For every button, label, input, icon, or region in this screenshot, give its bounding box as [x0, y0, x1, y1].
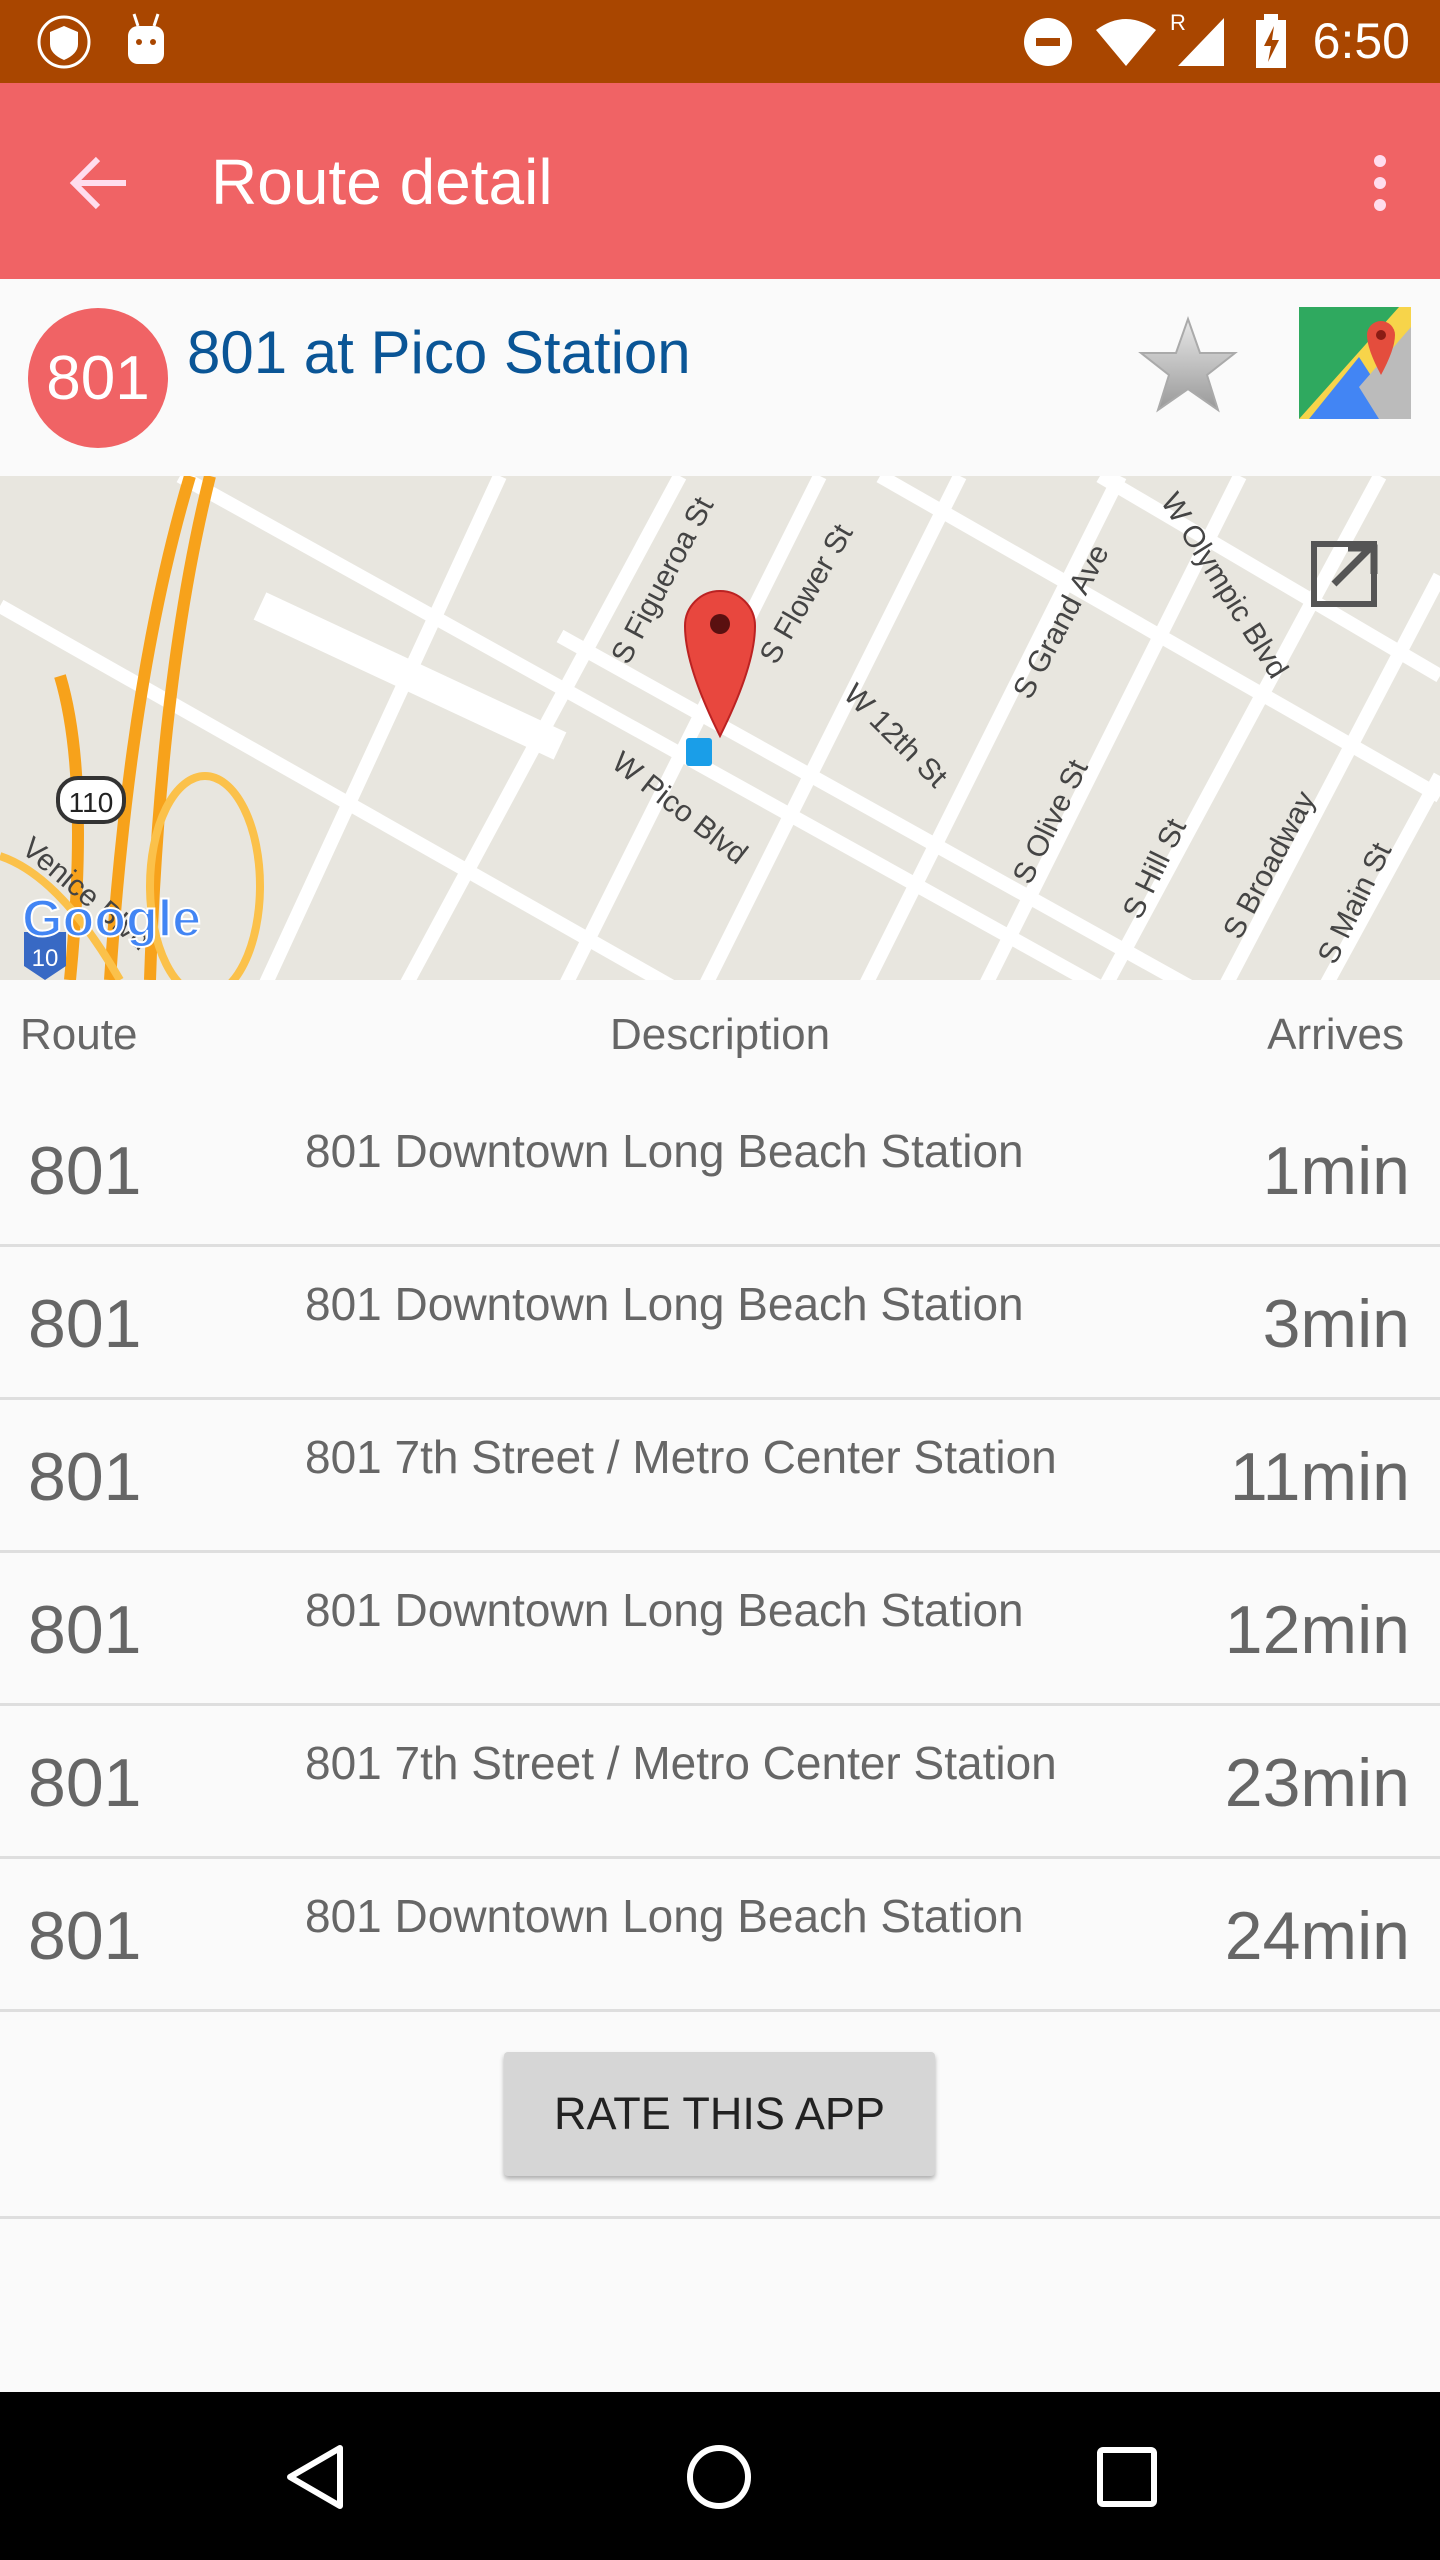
signal-icon — [1178, 18, 1224, 66]
svg-text:110: 110 — [69, 787, 114, 818]
column-header-arrives: Arrives — [1267, 1010, 1404, 1059]
svg-text:S Broadway: S Broadway — [1217, 786, 1322, 944]
navigation-bar — [0, 2392, 1440, 2560]
star-icon[interactable] — [1138, 315, 1238, 415]
rate-app-button[interactable]: RATE THIS APP — [504, 2052, 935, 2176]
svg-text:10: 10 — [32, 945, 59, 972]
do-not-disturb-icon — [1024, 18, 1072, 66]
column-header-description: Description — [610, 1010, 831, 1059]
google-logo: Google — [22, 890, 201, 948]
map-view[interactable]: S Figueroa St S Flower St S Grand Ave W … — [0, 476, 1440, 980]
google-maps-icon[interactable] — [1299, 307, 1411, 419]
map-streets: S Figueroa St S Flower St S Grand Ave W … — [0, 476, 1440, 980]
back-nav-icon[interactable] — [282, 2442, 352, 2512]
table-row[interactable]: 801 801 7th Street / Metro Center Station… — [0, 1706, 1440, 1859]
svg-text:S Main St: S Main St — [1312, 837, 1399, 969]
route-badge: 801 — [28, 308, 168, 448]
svg-text:S Flower St: S Flower St — [753, 518, 859, 669]
status-bar: R 6:50 — [0, 0, 1440, 83]
home-nav-icon[interactable] — [684, 2442, 754, 2512]
vpn-shield-icon — [37, 15, 91, 69]
table-row[interactable]: 801 801 Downtown Long Beach Station 3min — [0, 1247, 1440, 1400]
clock: 6:50 — [1312, 13, 1410, 69]
android-icon — [128, 13, 164, 64]
svg-text:W 12th St: W 12th St — [837, 678, 954, 795]
table-row[interactable]: 801 801 Downtown Long Beach Station 12min — [0, 1553, 1440, 1706]
table-row[interactable]: 801 801 Downtown Long Beach Station 24min — [0, 1859, 1440, 2012]
battery-charging-icon — [1256, 14, 1286, 68]
page-title: Route detail — [211, 146, 553, 218]
recents-nav-icon[interactable] — [1092, 2442, 1162, 2512]
table-row[interactable]: 801 801 7th Street / Metro Center Station… — [0, 1400, 1440, 1553]
app-bar: Route detail — [0, 83, 1440, 279]
table-row[interactable]: 801 801 Downtown Long Beach Station 1min — [0, 1094, 1440, 1247]
more-vert-icon[interactable] — [1360, 153, 1400, 213]
wifi-icon — [1096, 19, 1156, 66]
arrow-left-icon[interactable] — [60, 143, 140, 223]
column-header-route: Route — [20, 1010, 138, 1059]
stop-name: 801 at Pico Station — [187, 319, 691, 386]
divider — [0, 2216, 1440, 2219]
